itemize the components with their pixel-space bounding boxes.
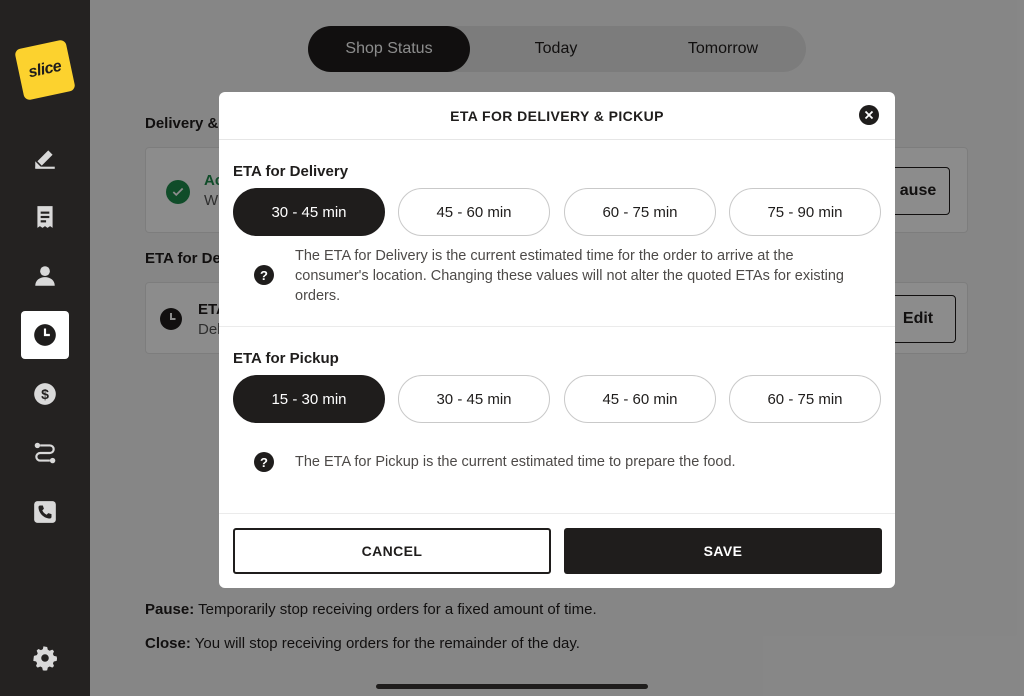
dollar-icon: $ xyxy=(34,383,56,405)
sidebar: slice $ xyxy=(0,0,90,696)
sidebar-item-edit[interactable] xyxy=(21,134,69,182)
delivery-help-text: The ETA for Delivery is the current esti… xyxy=(295,248,844,304)
close-button[interactable] xyxy=(859,105,879,125)
sidebar-item-financials[interactable]: $ xyxy=(21,370,69,418)
slice-logo[interactable]: slice xyxy=(14,39,76,101)
delivery-option-30-45[interactable]: 30 - 45 min xyxy=(233,188,385,236)
route-icon xyxy=(34,442,56,464)
delivery-option-45-60[interactable]: 45 - 60 min xyxy=(398,188,550,236)
pickup-section-label: ETA for Pickup xyxy=(233,350,339,367)
sidebar-item-phone[interactable] xyxy=(21,488,69,536)
section-divider xyxy=(219,326,895,327)
clock-icon xyxy=(34,324,56,346)
help-icon: ? xyxy=(254,265,274,285)
delivery-section-label: ETA for Delivery xyxy=(233,163,349,180)
sidebar-item-customers[interactable] xyxy=(21,252,69,300)
pencil-icon xyxy=(35,150,55,169)
modal-header: ETA FOR DELIVERY & PICKUP xyxy=(219,92,895,140)
delivery-option-60-75[interactable]: 60 - 75 min xyxy=(564,188,716,236)
gear-icon xyxy=(33,646,58,671)
footer-divider xyxy=(219,513,895,514)
svg-text:$: $ xyxy=(41,386,49,402)
receipt-icon xyxy=(37,206,53,228)
sidebar-item-delivery[interactable] xyxy=(21,429,69,477)
pickup-option-45-60[interactable]: 45 - 60 min xyxy=(564,375,716,423)
help-icon: ? xyxy=(254,452,274,472)
phone-icon xyxy=(34,501,56,523)
close-icon xyxy=(864,110,874,120)
person-icon xyxy=(35,266,55,286)
modal-title: ETA FOR DELIVERY & PICKUP xyxy=(450,107,664,124)
sidebar-item-settings[interactable] xyxy=(21,634,69,682)
home-indicator xyxy=(376,684,648,689)
sidebar-item-orders[interactable] xyxy=(21,193,69,241)
delivery-option-75-90[interactable]: 75 - 90 min xyxy=(729,188,881,236)
eta-modal: ETA FOR DELIVERY & PICKUP ETA for Delive… xyxy=(219,92,895,588)
sidebar-item-hours[interactable] xyxy=(21,311,69,359)
pickup-option-60-75[interactable]: 60 - 75 min xyxy=(729,375,881,423)
pickup-help-text: The ETA for Pickup is the current estima… xyxy=(295,454,736,470)
pickup-option-30-45[interactable]: 30 - 45 min xyxy=(398,375,550,423)
pickup-option-15-30[interactable]: 15 - 30 min xyxy=(233,375,385,423)
save-button[interactable]: SAVE xyxy=(564,528,882,574)
cancel-button[interactable]: CANCEL xyxy=(233,528,551,574)
logo-text: slice xyxy=(26,57,63,82)
